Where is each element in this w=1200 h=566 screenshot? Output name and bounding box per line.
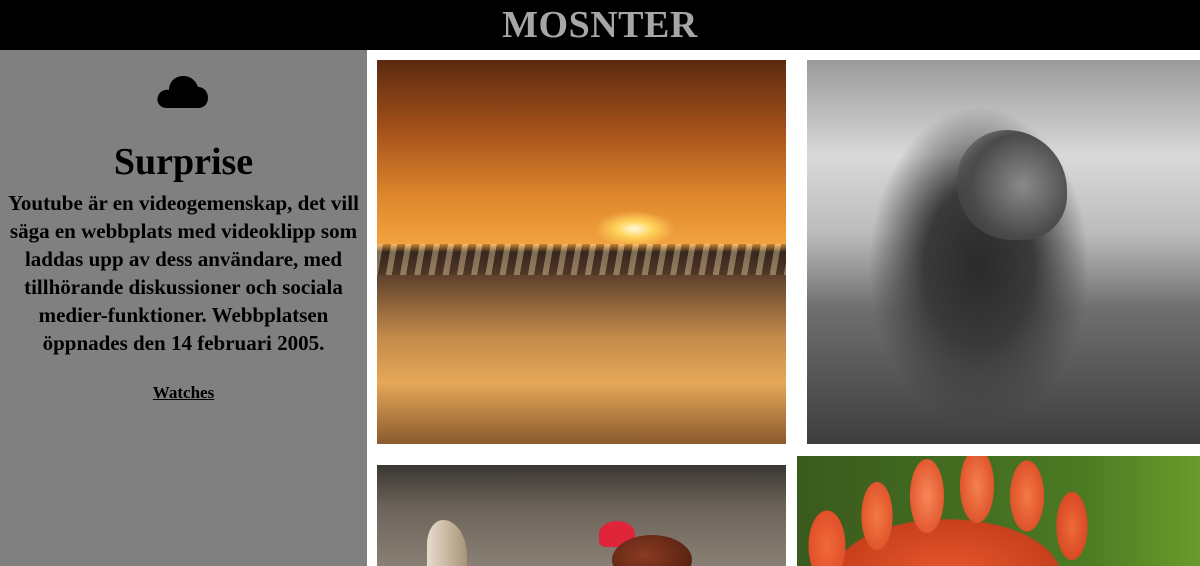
site-title: MOSNTER xyxy=(502,4,698,46)
watches-link[interactable]: Watches xyxy=(0,383,367,403)
sidebar: Surprise Youtube är en videogemenskap, d… xyxy=(0,50,367,566)
sunset-photo xyxy=(377,60,786,444)
cloud-icon xyxy=(157,76,208,108)
hen-wing xyxy=(427,520,467,566)
sidebar-description: Youtube är en videogemenskap, det vill s… xyxy=(8,191,359,355)
lion-photo xyxy=(807,60,1200,444)
sidebar-heading: Surprise xyxy=(113,141,254,183)
hen-photo xyxy=(377,465,786,566)
site-header: MOSNTER xyxy=(0,0,1200,50)
lion-mane xyxy=(847,80,1087,420)
flower-petals xyxy=(797,456,1107,566)
flower-photo xyxy=(797,456,1200,566)
